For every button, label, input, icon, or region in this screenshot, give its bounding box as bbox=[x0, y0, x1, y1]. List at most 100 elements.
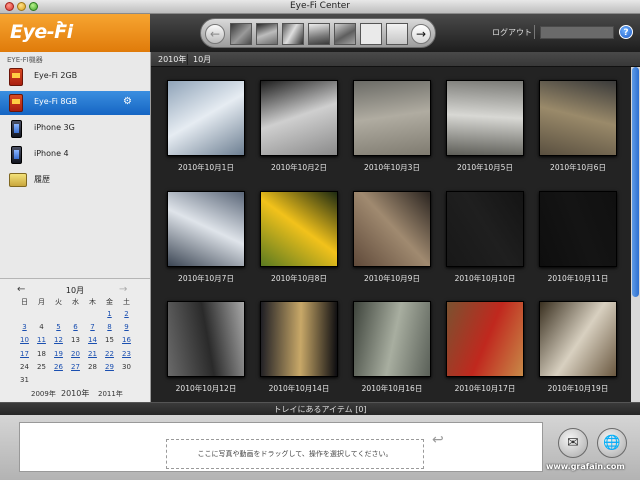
breadcrumb-year[interactable]: 2010年 bbox=[158, 54, 186, 65]
eyefi-card-icon bbox=[9, 94, 23, 112]
photo-date-label: 2010年10月3日 bbox=[364, 163, 420, 172]
sidebar-item-history[interactable]: 履歴 bbox=[0, 168, 150, 192]
sidebar-item-eyefi-2gb[interactable]: Eye-Fi 2GB bbox=[0, 65, 150, 89]
photo-date-label: 2010年10月6日 bbox=[550, 163, 606, 172]
photo-thumbnail[interactable] bbox=[260, 191, 338, 267]
web-share-button[interactable]: 🌐 bbox=[597, 428, 627, 458]
breadcrumb-month[interactable]: 10月 bbox=[193, 54, 211, 65]
calendar-day[interactable]: 10 bbox=[16, 336, 33, 344]
sidebar-item-label: 履歴 bbox=[34, 175, 50, 184]
calendar-day[interactable]: 5 bbox=[50, 323, 67, 331]
calendar-day: 28 bbox=[88, 362, 97, 371]
sidebar-item-iphone-3g[interactable]: iPhone 3G bbox=[0, 117, 150, 141]
logout-link[interactable]: ログアウト bbox=[492, 27, 532, 38]
tray-drop-zone[interactable]: ここに写真や動画をドラッグして、操作を選択してください。 ↩ bbox=[19, 422, 543, 472]
photo-thumbnail[interactable] bbox=[539, 191, 617, 267]
calendar-day: 18 bbox=[37, 349, 46, 358]
photo-thumbnail[interactable] bbox=[260, 80, 338, 156]
scrollbar-thumb[interactable] bbox=[632, 67, 639, 297]
calendar-day[interactable]: 2 bbox=[118, 310, 135, 318]
email-share-button[interactable]: ✉ bbox=[558, 428, 588, 458]
strip-thumbnail[interactable] bbox=[386, 23, 408, 45]
drop-instruction: ここに写真や動画をドラッグして、操作を選択してください。 bbox=[197, 450, 393, 458]
calendar-day: 24 bbox=[20, 362, 29, 371]
strip-thumbnail[interactable] bbox=[230, 23, 252, 45]
iphone-icon bbox=[11, 120, 22, 138]
calendar-day[interactable]: 17 bbox=[16, 350, 33, 358]
photo-date-label: 2010年10月5日 bbox=[457, 163, 513, 172]
eyefi-card-icon bbox=[9, 68, 23, 86]
scrollbar[interactable] bbox=[631, 67, 640, 402]
photo-date-label: 2010年10月17日 bbox=[454, 384, 516, 393]
calendar-prev-year[interactable]: 2009年 bbox=[31, 389, 56, 399]
calendar-day: 25 bbox=[37, 362, 46, 371]
calendar-day: 15 bbox=[105, 336, 114, 345]
calendar: ← 10月 → 日月火水木金土 1 2 3 4 5 6 7 8 9 10 11 12 13 14 15 16 17… bbox=[0, 278, 150, 402]
calendar-day[interactable]: 16 bbox=[118, 336, 135, 344]
calendar-day[interactable]: 14 bbox=[84, 336, 101, 344]
strip-thumbnail[interactable] bbox=[308, 23, 330, 45]
calendar-day[interactable]: 27 bbox=[67, 363, 84, 371]
calendar-day[interactable]: 21 bbox=[84, 350, 101, 358]
help-icon[interactable]: ? bbox=[619, 25, 633, 39]
photo-thumbnail[interactable] bbox=[446, 301, 524, 377]
calendar-weekday: 土 bbox=[123, 298, 130, 306]
photo-date-label: 2010年10月11日 bbox=[547, 274, 609, 283]
recent-photo-strip: ← → bbox=[200, 18, 436, 48]
divider bbox=[187, 54, 188, 65]
calendar-day[interactable]: 26 bbox=[50, 363, 67, 371]
strip-thumbnail[interactable] bbox=[360, 23, 382, 45]
calendar-weekday: 火 bbox=[55, 298, 62, 306]
title-bar: Eye-Fi Center bbox=[0, 0, 640, 14]
strip-thumbnail[interactable] bbox=[256, 23, 278, 45]
calendar-day[interactable]: 29 bbox=[101, 363, 118, 371]
strip-thumbnail[interactable] bbox=[282, 23, 304, 45]
strip-prev-arrow-icon[interactable]: ← bbox=[205, 24, 225, 44]
photo-thumbnail[interactable] bbox=[446, 80, 524, 156]
calendar-day[interactable]: 12 bbox=[50, 336, 67, 344]
photo-thumbnail[interactable] bbox=[353, 191, 431, 267]
calendar-weekday: 日 bbox=[21, 298, 28, 306]
app-window: Eye-Fi Center Eye-Fi ← → ログアウト ? EYE-FI機… bbox=[0, 0, 640, 480]
strip-thumbnail[interactable] bbox=[334, 23, 356, 45]
photo-thumbnail[interactable] bbox=[446, 191, 524, 267]
wifi-arc-icon bbox=[56, 21, 63, 28]
photo-thumbnail[interactable] bbox=[539, 301, 617, 377]
photo-thumbnail[interactable] bbox=[167, 80, 245, 156]
tray-header: トレイにあるアイテム [0] bbox=[0, 402, 640, 415]
photo-date-label: 2010年10月9日 bbox=[364, 274, 420, 283]
sidebar-item-eyefi-8gb[interactable]: Eye-Fi 8GB ⚙ bbox=[0, 91, 150, 115]
photo-thumbnail[interactable] bbox=[260, 301, 338, 377]
photo-thumbnail[interactable] bbox=[167, 191, 245, 267]
photo-thumbnail[interactable] bbox=[167, 301, 245, 377]
calendar-day[interactable]: 9 bbox=[118, 323, 135, 331]
calendar-day[interactable]: 19 bbox=[50, 350, 67, 358]
calendar-day[interactable]: 20 bbox=[67, 350, 84, 358]
calendar-day[interactable]: 6 bbox=[67, 323, 84, 331]
calendar-day: 31 bbox=[20, 376, 29, 384]
calendar-day[interactable]: 22 bbox=[101, 350, 118, 358]
photo-browser: 2010年 10月 2010年10月1日 2010年10月2日 2010年10月3日… bbox=[151, 52, 640, 402]
photo-thumbnail[interactable] bbox=[353, 80, 431, 156]
gear-icon[interactable]: ⚙ bbox=[123, 96, 132, 107]
calendar-day[interactable]: 7 bbox=[84, 323, 101, 331]
photo-thumbnail[interactable] bbox=[353, 301, 431, 377]
sidebar-item-iphone-4[interactable]: iPhone 4 bbox=[0, 143, 150, 167]
calendar-next-year[interactable]: 2011年 bbox=[98, 389, 123, 399]
strip-next-arrow-icon[interactable]: → bbox=[411, 24, 431, 44]
calendar-day[interactable]: 1 bbox=[101, 310, 118, 318]
photo-date-label: 2010年10月7日 bbox=[178, 274, 234, 283]
photo-date-label: 2010年10月2日 bbox=[271, 163, 327, 172]
calendar-weekday: 水 bbox=[72, 298, 79, 306]
calendar-weekday: 金 bbox=[106, 298, 113, 306]
calendar-day[interactable]: 11 bbox=[33, 336, 50, 344]
window-title: Eye-Fi Center bbox=[290, 1, 350, 11]
calendar-day[interactable]: 23 bbox=[118, 350, 135, 358]
photo-thumbnail[interactable] bbox=[539, 80, 617, 156]
calendar-next-arrow-icon[interactable]: → bbox=[119, 284, 127, 295]
calendar-weekday: 月 bbox=[38, 298, 45, 306]
eyefi-logo: Eye-Fi bbox=[10, 21, 73, 43]
calendar-day[interactable]: 8 bbox=[101, 323, 118, 331]
calendar-day[interactable]: 3 bbox=[16, 323, 33, 331]
search-input[interactable] bbox=[540, 26, 614, 39]
